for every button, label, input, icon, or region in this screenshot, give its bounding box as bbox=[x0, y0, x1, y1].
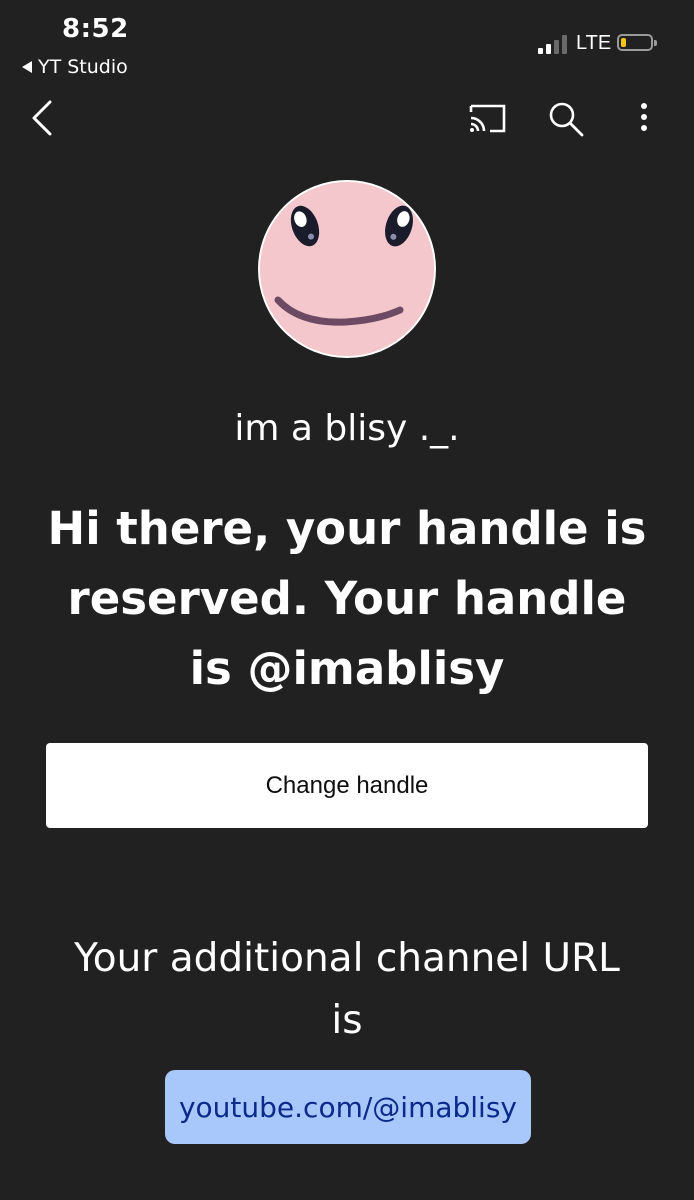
channel-avatar bbox=[258, 180, 436, 358]
back-triangle-icon bbox=[22, 61, 32, 73]
back-app-label: YT Studio bbox=[38, 56, 128, 78]
network-type: LTE bbox=[576, 32, 612, 54]
battery-icon bbox=[617, 34, 657, 51]
cast-icon[interactable] bbox=[468, 102, 508, 134]
handle-reserved-headline: Hi there, your handle is reserved. Your … bbox=[47, 502, 647, 695]
avatar-face-image bbox=[260, 182, 434, 356]
back-to-app-link[interactable]: YT Studio bbox=[22, 56, 128, 78]
more-vert-icon[interactable] bbox=[632, 100, 656, 136]
search-icon[interactable] bbox=[547, 100, 585, 138]
status-time: 8:52 bbox=[62, 14, 129, 44]
channel-url-link[interactable]: youtube.com/@imablisy bbox=[165, 1070, 531, 1144]
channel-name: im a blisy ._. bbox=[234, 408, 460, 449]
change-handle-button[interactable]: Change handle bbox=[46, 743, 648, 828]
back-chevron-icon[interactable] bbox=[26, 98, 58, 138]
cellular-signal-icon bbox=[538, 34, 567, 54]
additional-url-text: Your additional channel URL is bbox=[74, 936, 620, 1043]
